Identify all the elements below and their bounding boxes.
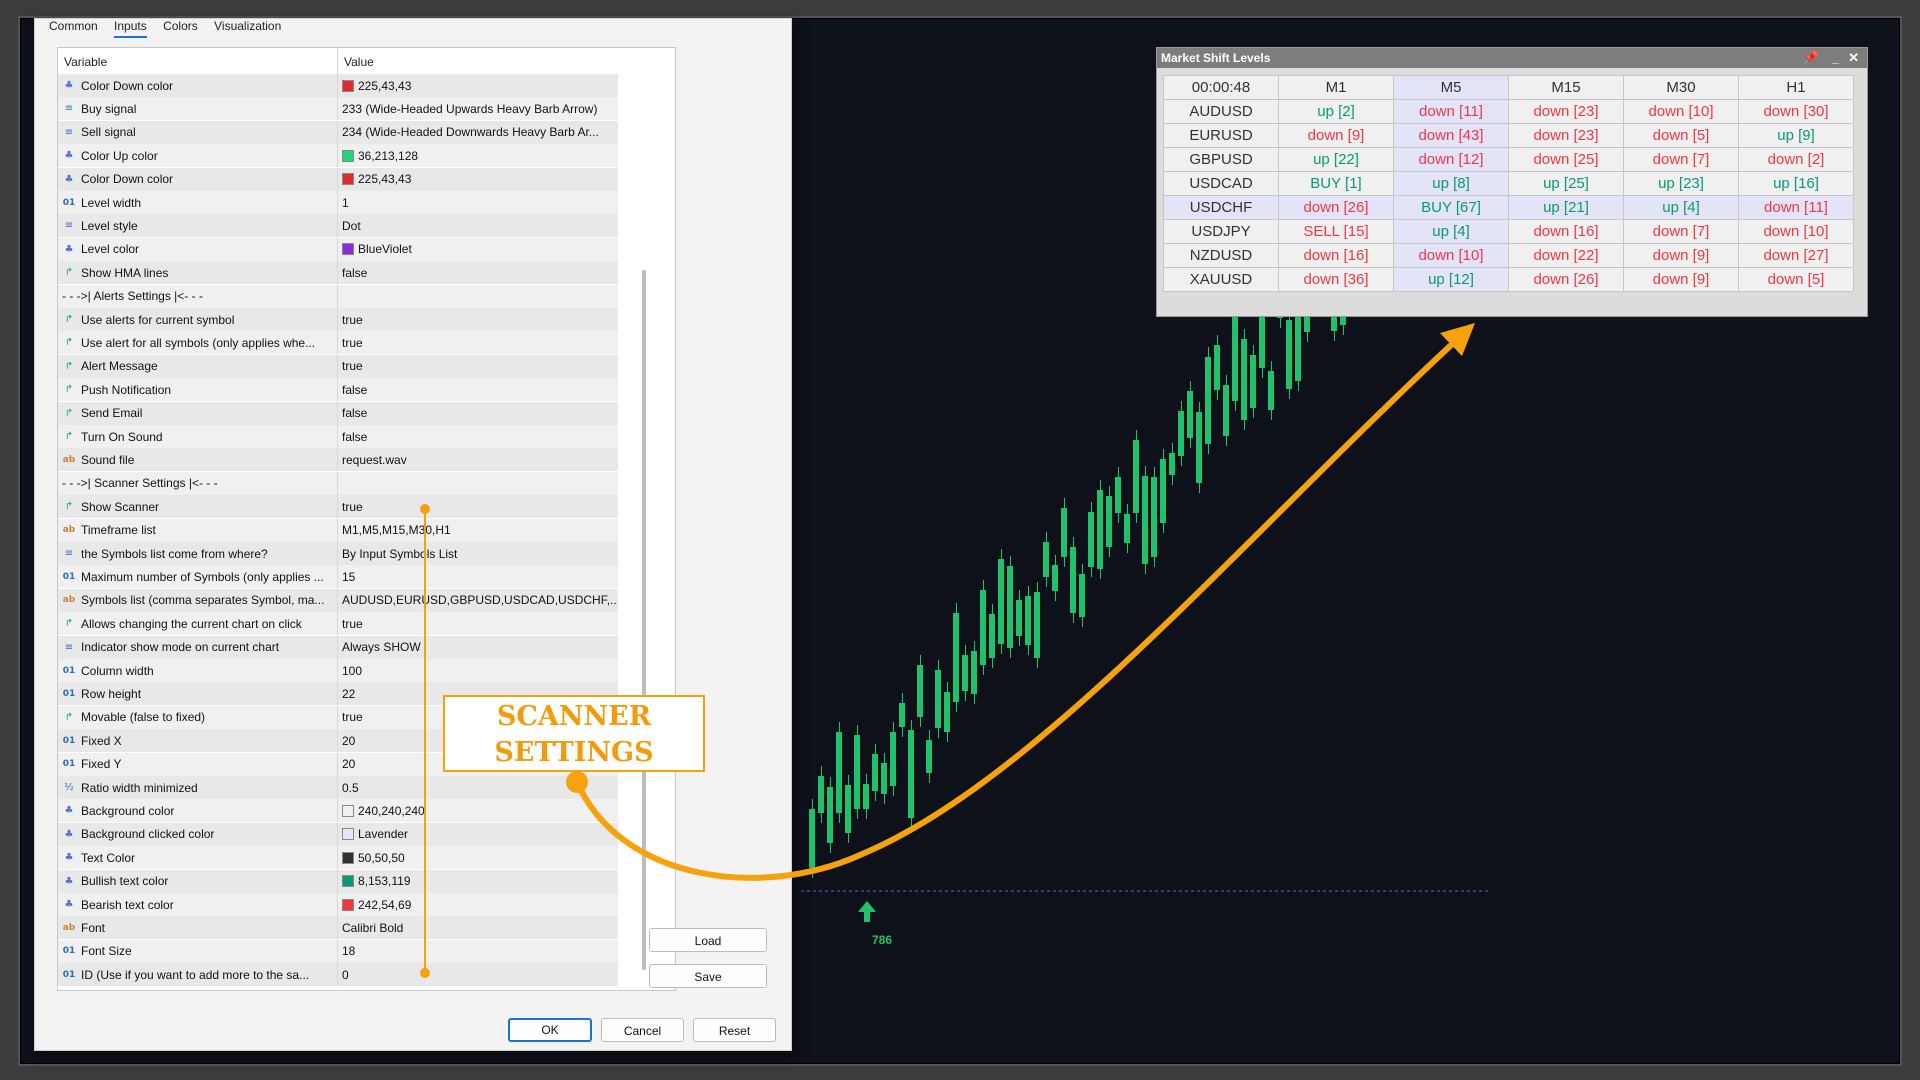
annotation-overlay — [420, 323, 1475, 978]
scanner-settings-callout: SCANNER SETTINGS — [443, 695, 705, 772]
annotation-arrow — [574, 332, 1465, 881]
callout-line-1: SCANNER — [496, 701, 652, 732]
callout-line-2: SETTINGS — [494, 737, 654, 768]
bracket-bottom-dot — [420, 968, 430, 978]
bracket-top-dot — [420, 504, 430, 514]
